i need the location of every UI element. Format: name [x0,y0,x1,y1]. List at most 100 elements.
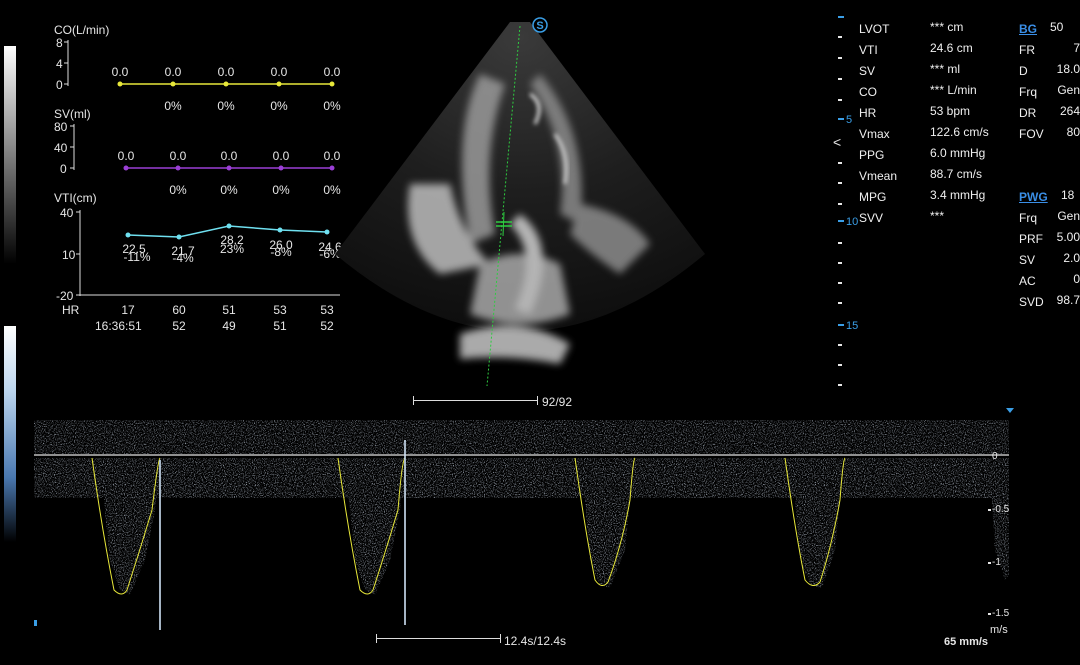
param-name: AC [1019,274,1036,288]
measurement-name: PPG [859,148,885,162]
param-value: 2.0 [1063,251,1080,265]
measurement-name: CO [859,85,877,99]
sv-point [226,165,232,171]
bmode-gain-link[interactable]: BG [1019,22,1037,36]
trend-panel: CO(L/min) 8 4 0 0.0 0.0 0.0 0.0 0.0 0% 0… [54,23,342,333]
vti-title: VTI(cm) [54,191,97,205]
vti-tick-10: 10 [62,248,76,262]
hr-value: 60 [172,303,186,317]
velocity-label-neg05: -0.5 [992,504,1010,515]
param-name: PRF [1019,232,1043,246]
param-name: D [1019,64,1028,78]
velocity-label-neg15: -1.5 [992,608,1010,619]
co-tick-4: 4 [56,57,63,71]
measurement-name: LVOT [859,22,890,36]
measurement-name: VTI [859,43,878,57]
co-value: 0.0 [112,65,129,79]
pw-params: PWG 18 Frq Gen PRF 5.00 SV 2.0 AC 0 SVD 98.7 [1019,188,1080,314]
co-tick-0: 0 [56,78,63,92]
sv-tick-40: 40 [54,141,68,155]
measurement-row: PPG 6.0 mmHg [859,146,1009,167]
measurement-row: Vmean 88.7 cm/s [859,167,1009,188]
sv-value: 0.0 [221,149,238,163]
param-value: Gen [1057,83,1080,97]
co-point [223,81,229,87]
sweep-speed: 65 mm/s [944,636,989,648]
probe-marker-label: S [536,20,543,32]
measurement-name: SV [859,64,876,78]
depth-label-15: 15 [846,320,858,332]
param-value: 18.0 [1056,62,1080,76]
param-value: 5.00 [1056,230,1080,244]
sv-value: 0.0 [170,149,187,163]
row2-value: 49 [222,319,236,333]
param-value: Gen [1057,209,1080,223]
measurement-row: Vmax 122.6 cm/s [859,125,1009,146]
sv-point [123,165,129,171]
measurement-row: HR 53 bpm [859,104,1009,125]
param-row: FR 7 [1019,41,1080,62]
param-row: AC 0 [1019,272,1080,293]
co-pct: 0% [217,99,235,113]
vti-pct: -11% [123,250,150,264]
velocity-label-neg1: -1 [992,557,1001,568]
param-row: PRF 5.00 [1019,230,1080,251]
pw-gain-value: 18 [1061,188,1075,202]
co-value: 0.0 [218,65,235,79]
measurement-name: MPG [859,190,887,204]
param-value: 264 [1059,104,1080,118]
vti-chart: VTI(cm) 40 10 -20 22.5 21.7 28.2 26.0 24… [54,191,342,303]
sv-point [278,165,284,171]
co-chart: CO(L/min) 8 4 0 0.0 0.0 0.0 0.0 0.0 0% 0… [54,23,341,113]
param-row: Frq Gen [1019,209,1080,230]
measurement-name: Vmean [859,169,898,183]
sv-chart: SV(ml) 80 40 0 0.0 0.0 0.0 0.0 0.0 0% 0%… [54,107,341,197]
measurement-value: 3.4 mmHg [930,188,986,202]
vti-point [277,227,283,233]
vti-pct: -4% [172,251,194,265]
param-name: SV [1019,253,1036,267]
vti-point [226,223,232,229]
co-point [170,81,176,87]
sv-value: 0.0 [273,149,290,163]
measurement-row: VTI 24.6 cm [859,41,1009,62]
vti-pct: -8% [270,245,292,259]
co-value: 0.0 [165,65,182,79]
trend-time: 16:36:51 [95,319,142,333]
hr-value: 51 [222,303,236,317]
doppler-cine-bar[interactable] [376,634,501,644]
param-value: 80 [1066,125,1080,139]
sv-point [175,165,181,171]
measurement-value: 24.6 cm [930,41,973,55]
vti-point [176,234,182,240]
bmode-gain-value: 50 [1050,20,1064,34]
measurement-value: *** cm [930,20,964,34]
measurement-value: *** [930,209,945,223]
measurement-row: SV *** ml [859,62,1009,83]
focus-marker-icon: < [833,134,841,150]
sv-pct: 0% [169,183,187,197]
co-value: 0.0 [271,65,288,79]
velocity-label-0: 0 [992,451,998,462]
depth-scale: 5 10 15 < [833,16,858,386]
doppler-color-map-bar [4,326,16,542]
gray-scale-bar [4,46,16,264]
measurement-value: 88.7 cm/s [930,167,983,181]
measurement-row: LVOT *** cm [859,20,1009,41]
depth-label-10: 10 [846,216,858,228]
co-title: CO(L/min) [54,23,109,37]
pw-gain-link[interactable]: PWG [1019,190,1048,204]
sv-pct: 0% [272,183,290,197]
sv-value: 0.0 [118,149,135,163]
param-name: Frq [1019,85,1037,99]
vti-tick-neg20: -20 [56,289,74,303]
doppler-spectrum: 0 -0.5 -1 -1.5 m/s [34,408,1014,635]
measurement-row: SVV *** [859,209,1009,230]
measurement-value: *** ml [930,62,961,76]
co-pct: 0% [164,99,182,113]
param-row: D 18.0 [1019,62,1080,83]
measurement-row: CO *** L/min [859,83,1009,104]
co-point [276,81,282,87]
co-point [117,81,123,87]
param-row: SVD 98.7 [1019,293,1080,314]
